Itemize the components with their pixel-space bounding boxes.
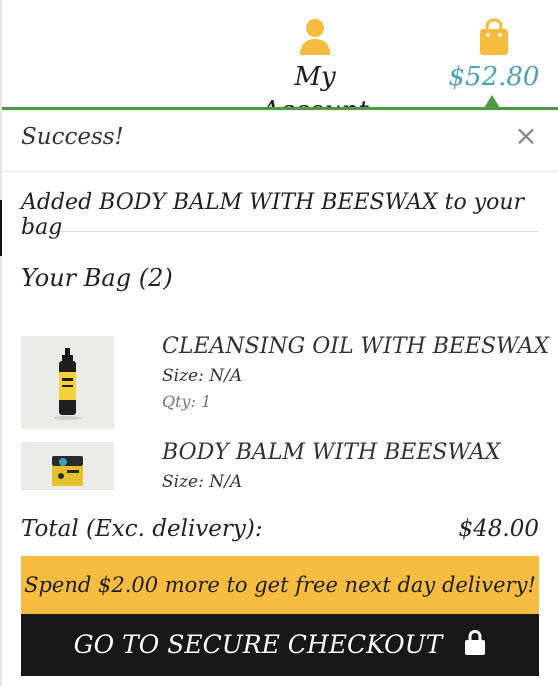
product-image[interactable] xyxy=(21,442,114,490)
bag-link[interactable]: $52.80 xyxy=(446,18,542,94)
success-notice: Success! × xyxy=(0,110,558,172)
item-name[interactable]: BODY BALM WITH BEESWAX xyxy=(162,440,501,465)
total-value: $48.00 xyxy=(458,516,539,542)
total-label: Total (Exc. delivery): xyxy=(21,516,263,542)
item-qty: Qty: 1 xyxy=(162,392,212,411)
cleansing-oil-image xyxy=(21,336,114,429)
bag-total-price: $52.80 xyxy=(448,62,540,92)
checkout-label: GO TO SECURE CHECKOUT xyxy=(73,630,443,659)
success-title: Success! xyxy=(21,124,124,150)
lock-icon xyxy=(465,630,486,655)
item-size: Size: N/A xyxy=(162,472,243,492)
site-header: My Account $52.80 xyxy=(0,0,558,126)
bag-heading: Your Bag (2) xyxy=(21,264,173,292)
scroll-indicator xyxy=(0,200,2,256)
secure-checkout-button[interactable]: GO TO SECURE CHECKOUT xyxy=(21,614,539,676)
free-delivery-banner: Spend $2.00 more to get free next day de… xyxy=(21,556,539,614)
item-size: Size: N/A xyxy=(162,366,243,386)
product-image[interactable] xyxy=(21,336,114,429)
shopping-bag-icon xyxy=(480,18,508,55)
panel-left-edge xyxy=(0,0,2,686)
added-message: Added BODY BALM WITH BEESWAX to your bag xyxy=(21,190,539,240)
user-icon xyxy=(300,19,330,55)
bag-total-row: Total (Exc. delivery): $48.00 xyxy=(21,516,539,542)
item-name[interactable]: CLEANSING OIL WITH BEESWAX xyxy=(162,334,549,359)
body-balm-image xyxy=(21,442,114,490)
close-icon[interactable]: × xyxy=(514,122,538,150)
